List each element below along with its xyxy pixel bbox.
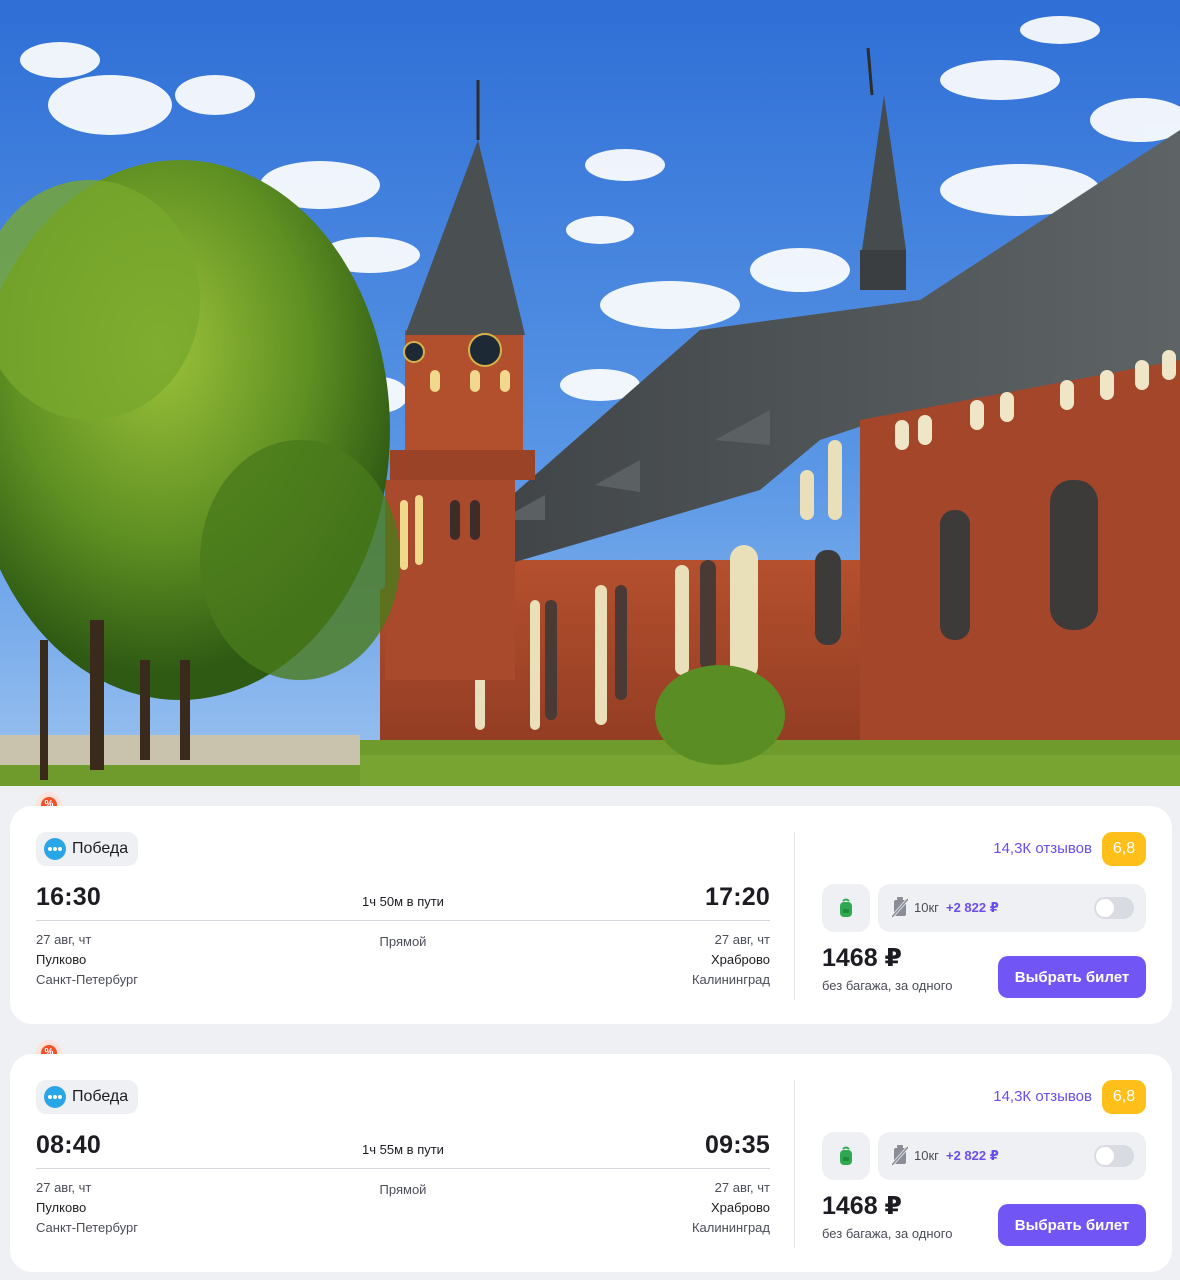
departure-date: 27 авг, чт	[36, 1180, 92, 1195]
route-line	[36, 1168, 770, 1169]
select-ticket-button[interactable]: Выбрать билет	[998, 956, 1146, 998]
departure-date: 27 авг, чт	[36, 932, 92, 947]
airline-badge: Победа	[36, 832, 139, 866]
arrival-time: 17:20	[705, 883, 770, 911]
arrival-date: 27 авг, чт	[714, 1180, 770, 1195]
departure-info: 27 авг, чт Пулково Санкт-Петербург	[36, 1178, 138, 1238]
departure-info: 27 авг, чт Пулково Санкт-Петербург	[36, 930, 138, 990]
departure-city: Санкт-Петербург	[36, 1220, 138, 1235]
arrival-info: 27 авг, чт Храброво Калининград	[692, 930, 770, 990]
rating-badge: 6,8	[1102, 1080, 1146, 1114]
departure-time: 08:40	[36, 1131, 101, 1159]
arrival-city: Калининград	[691, 972, 770, 987]
hand-luggage-button[interactable]	[822, 1132, 870, 1180]
reviews-link[interactable]: 14,3К отзывов	[993, 840, 1092, 857]
baggage-option[interactable]: 10кг +2 822 ₽	[878, 1132, 1146, 1180]
flight-list: % Победа 16:30 1ч 50м в пути 17:20 Прямо…	[0, 786, 1180, 1280]
baggage-price: +2 822 ₽	[946, 900, 999, 915]
arrival-info: 27 авг, чт Храброво Калининград	[692, 1178, 770, 1238]
airline-name: Победа	[72, 840, 129, 857]
rating-badge: 6,8	[1102, 832, 1146, 866]
hand-luggage-button[interactable]	[822, 884, 870, 932]
arrival-date: 27 авг, чт	[714, 932, 770, 947]
hero-photo	[0, 0, 1180, 786]
select-ticket-button[interactable]: Выбрать билет	[998, 1204, 1146, 1246]
ticket-price: 1468 ₽	[822, 944, 902, 972]
departure-airport: Пулково	[36, 952, 87, 967]
departure-city: Санкт-Петербург	[36, 972, 138, 987]
baggage-option[interactable]: 10кг +2 822 ₽	[878, 884, 1146, 932]
backpack-icon	[840, 1146, 852, 1165]
price-note: без багажа, за одного	[822, 1226, 953, 1241]
cathedral-photo	[0, 0, 1180, 786]
transfer-type: Прямой	[379, 1182, 427, 1197]
flight-duration: 1ч 50м в пути	[362, 894, 444, 909]
card-divider	[794, 1080, 795, 1248]
baggage-price: +2 822 ₽	[946, 1148, 999, 1163]
flight-card[interactable]: Победа 08:40 1ч 55м в пути 09:35 Прямой …	[10, 1054, 1172, 1272]
departure-airport: Пулково	[36, 1200, 87, 1215]
airline-logo-icon	[44, 838, 66, 860]
arrival-airport: Храброво	[710, 952, 770, 967]
flight-duration: 1ч 55м в пути	[362, 1142, 444, 1157]
departure-time: 16:30	[36, 883, 101, 911]
arrival-time: 09:35	[705, 1131, 770, 1159]
baggage-weight: 10кг	[914, 900, 939, 915]
ticket-price: 1468 ₽	[822, 1192, 902, 1220]
baggage-toggle[interactable]	[1094, 1145, 1134, 1167]
airline-badge: Победа	[36, 1080, 139, 1114]
route-line	[36, 920, 770, 921]
price-note: без багажа, за одного	[822, 978, 953, 993]
backpack-icon	[840, 898, 852, 917]
baggage-toggle[interactable]	[1094, 897, 1134, 919]
reviews-link[interactable]: 14,3К отзывов	[993, 1088, 1092, 1105]
airline-logo-icon	[44, 1086, 66, 1108]
baggage-weight: 10кг	[914, 1148, 939, 1163]
flight-card[interactable]: Победа 16:30 1ч 50м в пути 17:20 Прямой …	[10, 806, 1172, 1024]
arrival-airport: Храброво	[710, 1200, 770, 1215]
no-baggage-icon	[892, 1145, 908, 1166]
card-divider	[794, 832, 795, 1000]
no-baggage-icon	[892, 897, 908, 918]
transfer-type: Прямой	[379, 934, 427, 949]
arrival-city: Калининград	[691, 1220, 770, 1235]
airline-name: Победа	[72, 1088, 129, 1105]
